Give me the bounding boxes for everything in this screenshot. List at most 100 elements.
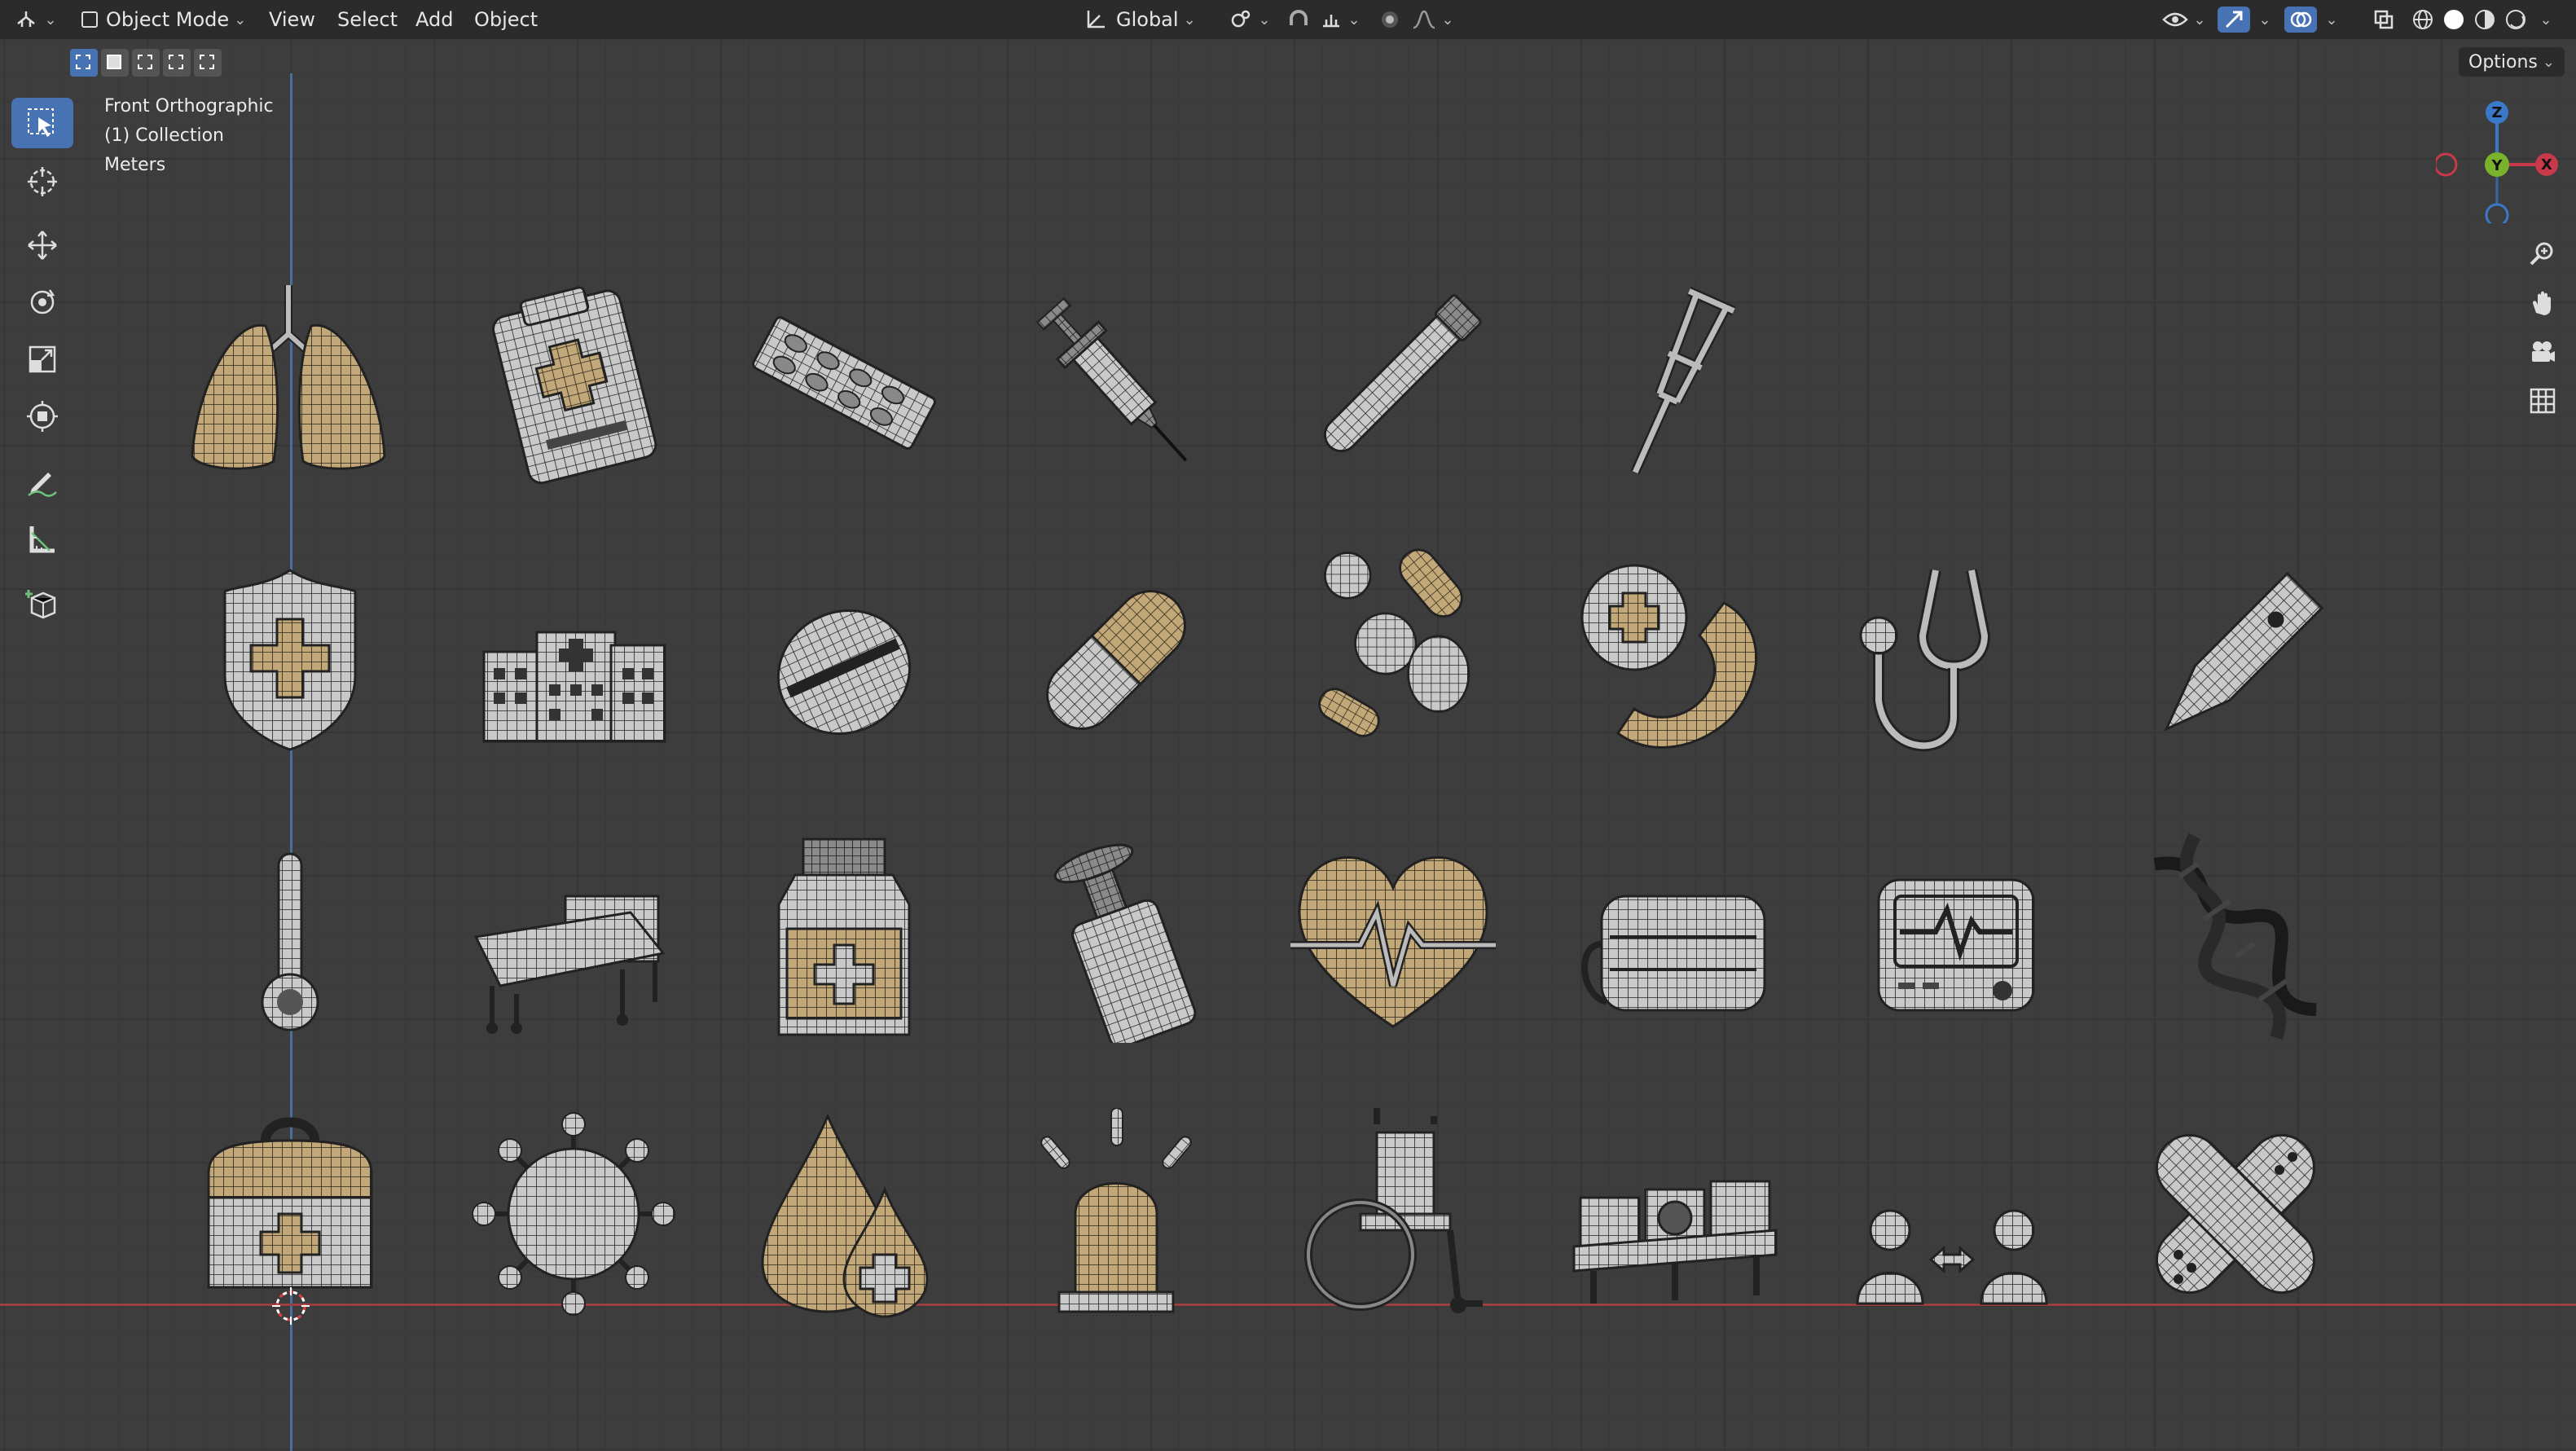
eye-icon bbox=[2162, 12, 2189, 27]
blood-drop-model[interactable] bbox=[738, 1108, 950, 1320]
material-sphere-icon bbox=[2475, 10, 2495, 29]
options-dropdown[interactable]: Options ⌄ bbox=[2459, 47, 2565, 77]
overlays-toggle[interactable] bbox=[2284, 7, 2317, 33]
gizmo-x-label: X bbox=[2541, 156, 2552, 174]
gizmo-arrow-icon bbox=[2225, 11, 2243, 29]
virus-icon bbox=[472, 1112, 675, 1316]
mode-dropdown[interactable]: Object Mode ⌄ bbox=[75, 7, 256, 33]
select-mode-intersect[interactable] bbox=[194, 49, 222, 77]
face-mask-model[interactable] bbox=[1569, 831, 1781, 1043]
shield-cross-model[interactable] bbox=[184, 554, 396, 766]
menu-object[interactable]: Object bbox=[474, 3, 538, 36]
chevron-down-icon: ⌄ bbox=[2539, 11, 2552, 29]
clipboard-model[interactable] bbox=[468, 277, 679, 489]
editor-type-button[interactable]: ⌄ bbox=[10, 7, 62, 33]
gizmo-neg-x-axis[interactable] bbox=[2436, 152, 2458, 177]
select-mode-new[interactable] bbox=[70, 49, 98, 77]
dna-model[interactable] bbox=[2130, 831, 2341, 1043]
gizmo-toggle[interactable] bbox=[2218, 7, 2250, 33]
test-tube-model[interactable] bbox=[1287, 277, 1499, 489]
ecg-monitor-model[interactable] bbox=[1846, 831, 2058, 1043]
pills-pile-model[interactable] bbox=[1287, 538, 1499, 750]
stethoscope-model[interactable] bbox=[1846, 554, 2058, 766]
hospital-building-model[interactable] bbox=[468, 554, 679, 766]
orientation-dropdown[interactable]: Global ⌄ bbox=[1084, 7, 1214, 33]
pencil-icon bbox=[28, 473, 57, 497]
social-distance-model[interactable] bbox=[1846, 1108, 2058, 1320]
select-mode-extend[interactable] bbox=[101, 49, 129, 77]
shield-icon bbox=[223, 569, 357, 751]
crutch-icon bbox=[1630, 286, 1736, 475]
magnet-icon bbox=[1290, 10, 1308, 25]
rotate-tool[interactable] bbox=[11, 277, 73, 328]
pill-blister-model[interactable] bbox=[738, 277, 950, 489]
thermometer-model[interactable] bbox=[184, 831, 396, 1043]
cursor-tool[interactable] bbox=[11, 156, 73, 207]
phone-icon bbox=[1580, 564, 1758, 749]
pill-bottle-model[interactable] bbox=[1010, 831, 1222, 1049]
zoom-button[interactable] bbox=[2525, 236, 2561, 272]
alarm-light-model[interactable] bbox=[1010, 1107, 1222, 1320]
menu-view[interactable]: View bbox=[269, 3, 315, 36]
syringe-model[interactable] bbox=[1010, 277, 1222, 489]
virus-model[interactable] bbox=[468, 1108, 679, 1320]
digital-thermometer-model[interactable] bbox=[2130, 554, 2341, 766]
proportional-edit-icon bbox=[1382, 11, 1398, 28]
annotate-tool[interactable] bbox=[11, 456, 73, 507]
transform-tool[interactable] bbox=[11, 391, 73, 442]
transform-orientation-icon bbox=[1087, 11, 1105, 29]
lungs-model[interactable] bbox=[184, 277, 396, 489]
bandage-model[interactable] bbox=[2130, 1108, 2341, 1320]
digital-thermometer-icon bbox=[2164, 571, 2324, 732]
shading-solid[interactable] bbox=[2439, 7, 2468, 33]
scale-tool[interactable] bbox=[11, 334, 73, 385]
capsule-model[interactable] bbox=[1010, 554, 1222, 766]
hospital-bed-model[interactable] bbox=[468, 831, 679, 1043]
proportional-edit-toggle[interactable] bbox=[1374, 7, 1406, 33]
select-mode-invert[interactable] bbox=[163, 49, 191, 77]
select-invert-icon bbox=[169, 55, 183, 69]
snap-toggle[interactable] bbox=[1282, 7, 1315, 33]
menu-select[interactable]: Select bbox=[337, 3, 398, 36]
stethoscope-icon bbox=[1859, 569, 1991, 752]
shading-dropdown[interactable]: ⌄ bbox=[2532, 7, 2555, 33]
measure-tool[interactable] bbox=[11, 513, 73, 564]
overlays-dropdown[interactable]: ⌄ bbox=[2319, 7, 2340, 33]
wheelchair-model[interactable] bbox=[1287, 1108, 1499, 1320]
crutch-model[interactable] bbox=[1569, 277, 1781, 489]
pan-button[interactable] bbox=[2525, 285, 2561, 321]
3d-cursor[interactable] bbox=[270, 1286, 311, 1326]
select-mode-subtract[interactable] bbox=[132, 49, 160, 77]
gizmo-neg-z-axis[interactable] bbox=[2485, 203, 2509, 223]
camera-view-button[interactable] bbox=[2525, 334, 2561, 370]
visibility-dropdown[interactable]: ⌄ bbox=[2159, 7, 2209, 33]
shading-rendered[interactable] bbox=[2501, 7, 2530, 33]
gizmo-dropdown[interactable]: ⌄ bbox=[2252, 7, 2273, 33]
select-box-tool[interactable] bbox=[11, 98, 73, 148]
pill-blister-icon bbox=[752, 316, 936, 450]
rendered-sphere-icon bbox=[2506, 10, 2525, 29]
xray-toggle[interactable] bbox=[2367, 7, 2400, 33]
round-pill-model[interactable] bbox=[738, 554, 950, 766]
heart-pulse-model[interactable] bbox=[1287, 831, 1499, 1043]
overlay-circles-icon bbox=[2290, 11, 2312, 28]
move-tool[interactable] bbox=[11, 220, 73, 270]
medicine-jar-model[interactable] bbox=[738, 831, 950, 1043]
capsule-icon bbox=[1046, 590, 1186, 730]
falloff-dropdown[interactable]: ⌄ bbox=[1408, 7, 1458, 33]
snap-target-dropdown[interactable]: ⌄ bbox=[1317, 7, 1364, 33]
projection-toggle[interactable] bbox=[2525, 383, 2561, 419]
cursor-3d-icon bbox=[28, 167, 57, 196]
menu-add[interactable]: Add bbox=[415, 3, 453, 36]
dna-icon bbox=[2153, 833, 2317, 1040]
scale-icon bbox=[29, 345, 56, 373]
pivot-point-dropdown[interactable]: ⌄ bbox=[1227, 7, 1273, 33]
waiting-chairs-model[interactable] bbox=[1569, 1108, 1781, 1320]
face-mask-icon bbox=[1581, 895, 1766, 1012]
shading-material[interactable] bbox=[2470, 7, 2499, 33]
blood-drop-icon bbox=[761, 1113, 929, 1318]
shading-wireframe[interactable] bbox=[2408, 7, 2438, 33]
add-cube-tool[interactable] bbox=[11, 578, 73, 629]
navigation-gizmo[interactable]: Z X Y bbox=[2436, 101, 2558, 223]
phone-cross-model[interactable] bbox=[1569, 554, 1781, 766]
